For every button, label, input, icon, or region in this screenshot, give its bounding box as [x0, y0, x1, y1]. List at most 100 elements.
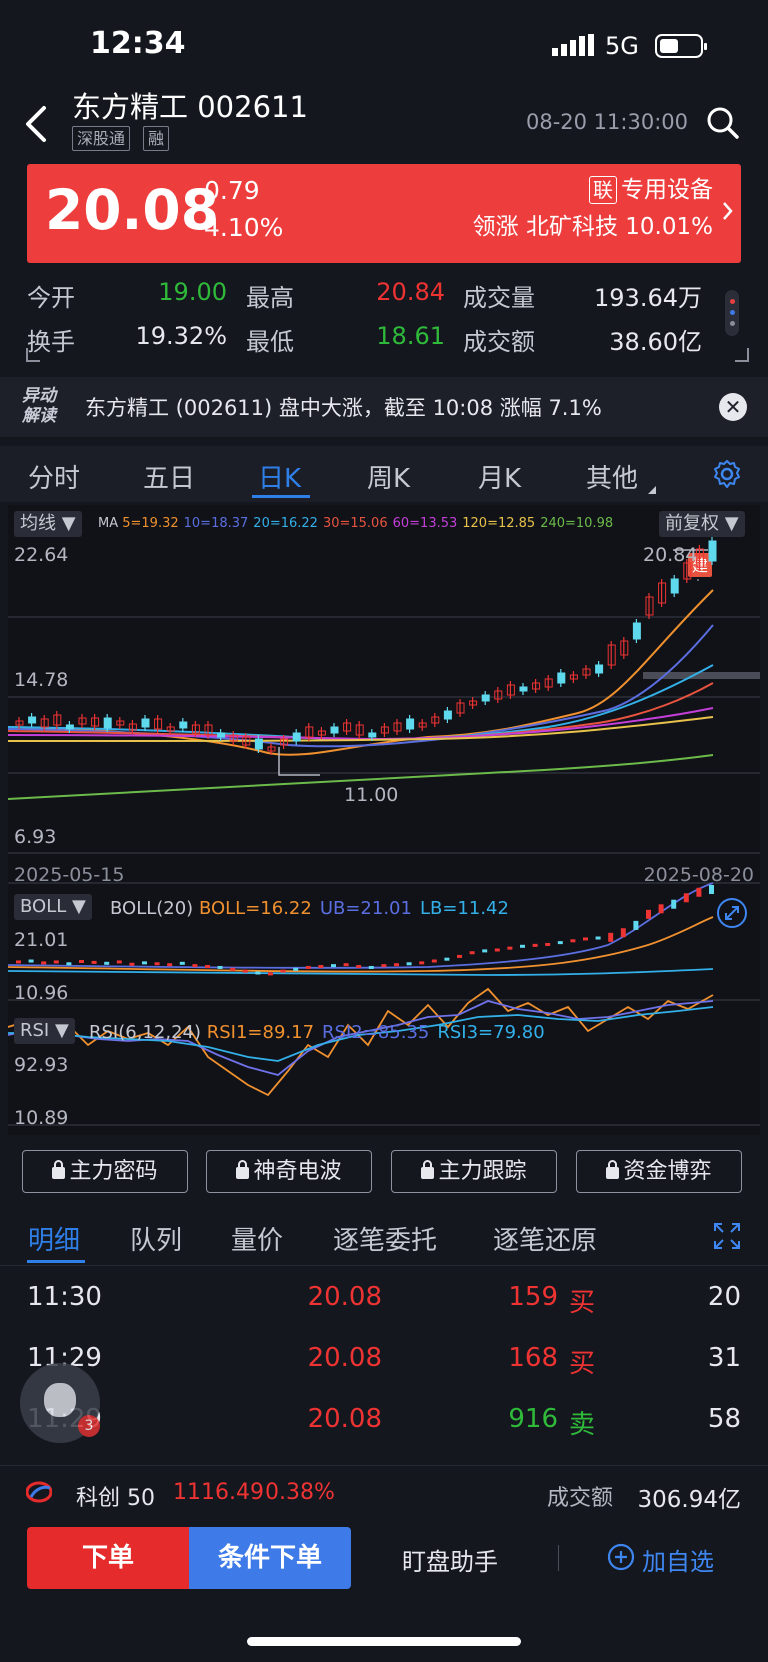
tab-intraday[interactable]: 分时 [28, 458, 80, 495]
candle-body [406, 718, 415, 730]
boll-candle [646, 909, 651, 919]
legend-value: 20=16.22 [253, 516, 318, 531]
last-price: 20.08 [45, 178, 219, 242]
boll-candle [154, 962, 160, 966]
boll-candle [595, 936, 601, 940]
order-button[interactable]: 下单 [27, 1527, 189, 1589]
boll-select[interactable]: BOLL ▼ [14, 894, 92, 920]
change-percent: 4.10% [204, 213, 284, 242]
close-icon[interactable]: ✕ [719, 393, 747, 421]
gear-icon[interactable] [711, 458, 743, 490]
boll-candle [16, 960, 21, 964]
legend-value: RSI3=79.80 [437, 1022, 545, 1043]
trade-count: 58 [707, 1404, 741, 1434]
rsi-select-label: RSI [20, 1020, 50, 1041]
tab-volume-price[interactable]: 量价 [231, 1220, 283, 1257]
legend-value: 10=18.37 [183, 516, 249, 531]
index-logo-icon [25, 1480, 53, 1504]
assistant-avatar[interactable]: 3 [20, 1363, 100, 1443]
leader-label: 领涨 [472, 214, 519, 240]
status-time: 12:34 [90, 26, 186, 61]
adjust-select[interactable]: 前复权 ▼ [659, 511, 745, 537]
candle-body [670, 578, 679, 594]
legend-value: 30=15.06 [322, 516, 388, 531]
boll-candle [179, 961, 185, 965]
tab-order-replay[interactable]: 逐笔还原 [493, 1220, 597, 1257]
candle-body [595, 664, 604, 674]
boll-candle [633, 920, 639, 930]
boll-candle [394, 963, 399, 967]
candles [15, 537, 717, 755]
trade-side: 卖 [568, 1410, 595, 1440]
chevron-down-icon: ▼ [54, 1020, 69, 1041]
conditional-order-button[interactable]: 条件下单 [189, 1527, 351, 1589]
boll-candle [431, 959, 437, 963]
chevron-right-icon [721, 198, 735, 224]
leader-stock: 北矿科技 10.01% [525, 214, 713, 240]
stat-value: 193.64万 [594, 284, 702, 312]
high-price-label: 20.84 [643, 544, 698, 566]
locked-tool-button[interactable]: 神奇电波 [206, 1150, 372, 1193]
locked-tool-button[interactable]: 主力跟踪 [391, 1150, 557, 1193]
alert-badge-line1: 异动 [22, 386, 56, 406]
tab-weekly-k[interactable]: 周K [367, 458, 410, 495]
tab-monthly-k[interactable]: 月K [478, 458, 521, 495]
boll-candle [28, 959, 34, 963]
candle-body [481, 694, 490, 702]
expand-circle-icon[interactable] [717, 898, 747, 928]
boll-candle [444, 957, 450, 961]
boll-candle [343, 963, 349, 967]
date-end: 2025-08-20 [643, 864, 754, 886]
stat-value: 20.84 [376, 278, 445, 306]
indicator-select[interactable]: 均线 ▼ [14, 511, 82, 537]
boll-candle [293, 967, 299, 971]
stat-label: 最低 [246, 328, 294, 356]
boll-candle [583, 937, 588, 941]
watch-helper-button[interactable]: 盯盘助手 [402, 1542, 498, 1577]
assistant-face-icon [44, 1383, 76, 1417]
tab-order-by-order[interactable]: 逐笔委托 [333, 1220, 437, 1257]
rsi-axis-bottom: 10.89 [14, 1107, 69, 1129]
tab-daily-k[interactable]: 日K [258, 458, 301, 495]
price-card[interactable]: 20.08 0.79 4.10% 联专用设备 领涨 北矿科技 10.01% [27, 164, 741, 263]
boll-candle [129, 962, 135, 966]
stat-label: 成交量 [463, 284, 535, 312]
candle-body [217, 732, 226, 738]
active-tab-underline [252, 495, 310, 498]
alert-badge: 异动 解读 [22, 386, 56, 426]
boll-candle [683, 893, 689, 903]
tab-other[interactable]: 其他 [586, 458, 638, 495]
boll-candle [494, 948, 500, 952]
boll-candle [142, 961, 147, 965]
chart-tabs: 分时 五日 日K 周K 月K 其他 [0, 446, 768, 502]
locked-tool-button[interactable]: 主力密码 [22, 1150, 188, 1193]
rsi-select[interactable]: RSI ▼ [14, 1018, 75, 1044]
y-axis-mid: 14.78 [14, 669, 69, 691]
plus-circle-icon [607, 1543, 635, 1571]
boll-candle [79, 959, 84, 963]
back-icon[interactable] [22, 104, 50, 144]
search-icon[interactable] [706, 106, 740, 140]
add-watchlist-button[interactable]: 加自选 [642, 1542, 714, 1577]
boll-candle [570, 939, 576, 943]
boll-candle [305, 965, 311, 969]
tab-detail[interactable]: 明细 [28, 1220, 80, 1257]
trade-price: 20.08 [307, 1282, 382, 1312]
fullscreen-icon[interactable] [713, 1222, 741, 1250]
corner-bracket-left-icon [26, 348, 40, 362]
locked-tool-button[interactable]: 资金博弈 [576, 1150, 742, 1193]
index-name[interactable]: 科创 50 [76, 1480, 155, 1512]
quote-timestamp: 08-20 11:30:00 [525, 110, 688, 134]
locked-tool-label: 神奇电波 [253, 1159, 342, 1184]
news-alert[interactable]: 异动 解读 东方精工 (002611) 盘中大涨，截至 10:08 涨幅 7.1… [0, 377, 768, 437]
sector-info: 联专用设备 领涨 北矿科技 10.01% [473, 172, 713, 246]
more-dots-icon[interactable] [725, 290, 739, 336]
legend-value: 60=13.53 [392, 516, 458, 531]
index-pct: 0.38% [265, 1480, 335, 1505]
boll-candle [608, 932, 614, 942]
tab-five-day[interactable]: 五日 [143, 458, 195, 495]
boll-candle [116, 960, 122, 964]
candle-body [292, 732, 301, 742]
tab-queue[interactable]: 队列 [130, 1220, 182, 1257]
price-change: 0.79 4.10% [204, 172, 283, 246]
